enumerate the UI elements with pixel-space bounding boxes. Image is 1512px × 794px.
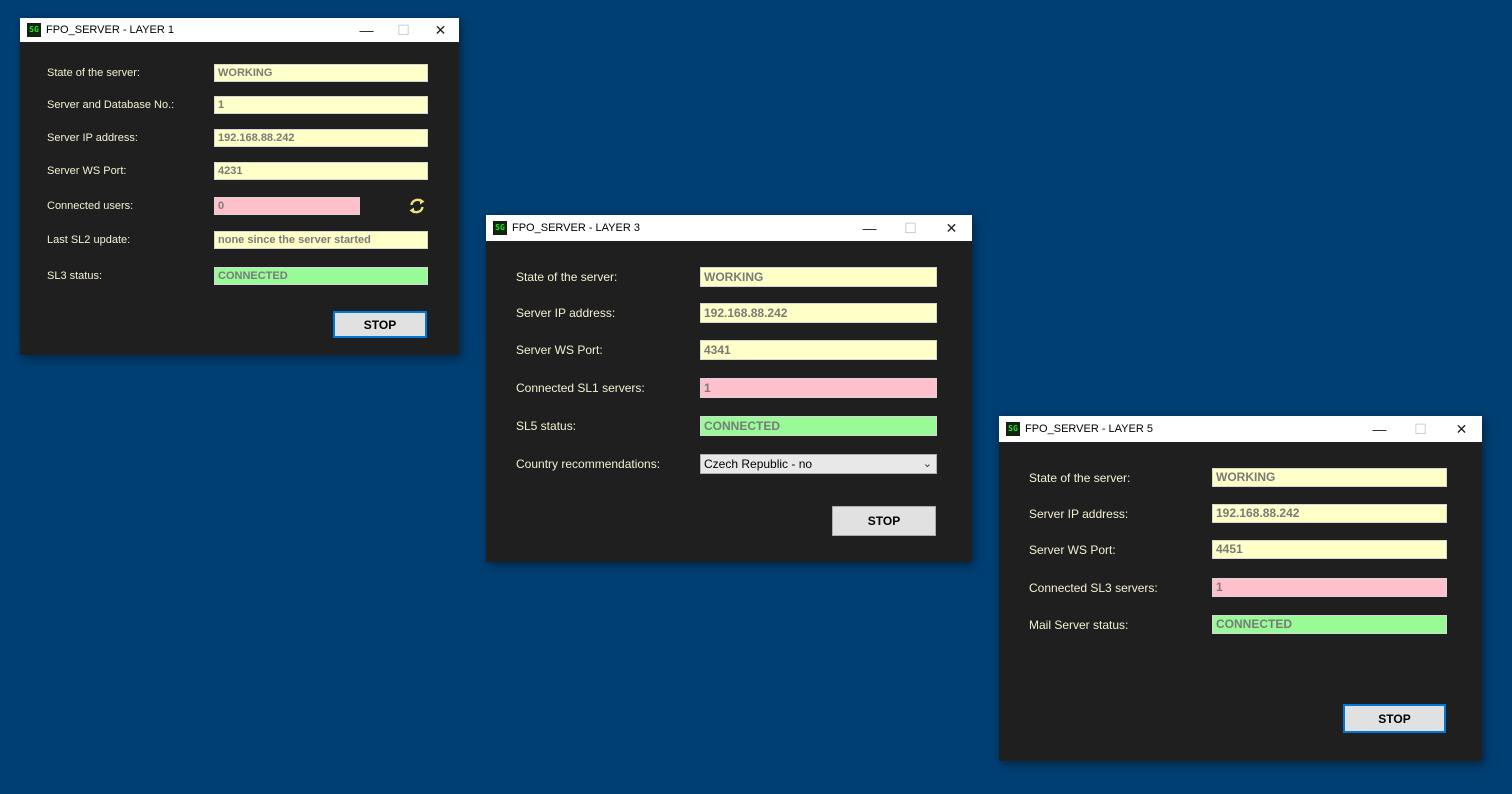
maximize-button: ☐ [385,18,422,42]
close-button[interactable]: ✕ [931,215,972,241]
last-sl2-update-field[interactable]: none since the server started [214,231,428,249]
label-connected-users: Connected users: [47,200,134,212]
window-layer-1: SG FPO_SERVER - LAYER 1 — ☐ ✕ State of t… [20,18,459,355]
minimize-icon: — [862,220,877,236]
server-ip-field[interactable]: 192.168.88.242 [700,303,937,323]
label-server-ip: Server IP address: [47,132,138,144]
country-recommendations-select[interactable]: Czech Republic - no ⌄ [700,454,937,474]
minimize-icon: — [1372,421,1387,437]
label-server-ws-port: Server WS Port: [516,343,603,357]
close-icon: ✕ [434,21,447,38]
server-ws-port-field[interactable]: 4451 [1212,540,1447,559]
sl5-status-field[interactable]: CONNECTED [700,416,937,436]
close-button[interactable]: ✕ [422,18,459,42]
minimize-button[interactable]: — [1359,416,1400,442]
window-layer-5: SG FPO_SERVER - LAYER 5 — ☐ ✕ State of t… [999,416,1482,761]
close-icon: ✕ [1455,420,1468,437]
connected-sl3-servers-field[interactable]: 1 [1212,578,1447,597]
maximize-button: ☐ [1400,416,1441,442]
window-title: FPO_SERVER - LAYER 1 [46,24,174,36]
label-sl5-status: SL5 status: [516,419,577,433]
app-icon: SG [493,221,507,235]
refresh-icon[interactable] [407,196,427,216]
maximize-button: ☐ [890,215,931,241]
chevron-down-icon: ⌄ [922,458,932,470]
label-country-recommendations: Country recommendations: [516,457,661,471]
server-db-no-field[interactable]: 1 [214,96,428,114]
label-server-ws-port: Server WS Port: [47,165,127,177]
server-ip-field[interactable]: 192.168.88.242 [1212,504,1447,523]
label-mail-server-status: Mail Server status: [1029,618,1129,632]
label-last-sl2-update: Last SL2 update: [47,234,131,246]
sl3-status-field[interactable]: CONNECTED [214,267,428,285]
stop-button[interactable]: STOP [1343,704,1446,733]
window-title: FPO_SERVER - LAYER 3 [512,222,640,234]
minimize-button[interactable]: — [348,18,385,42]
window-title: FPO_SERVER - LAYER 5 [1025,423,1153,435]
title-bar[interactable]: SG FPO_SERVER - LAYER 3 — ☐ ✕ [486,215,972,241]
maximize-icon: ☐ [397,21,410,38]
label-server-ws-port: Server WS Port: [1029,543,1116,557]
server-state-field[interactable]: WORKING [1212,468,1447,487]
stop-button[interactable]: STOP [832,506,936,536]
server-state-field[interactable]: WORKING [214,64,428,82]
connected-sl1-servers-field[interactable]: 1 [700,378,937,398]
server-ip-field[interactable]: 192.168.88.242 [214,129,428,147]
server-ws-port-field[interactable]: 4341 [700,340,937,360]
app-icon: SG [27,23,41,37]
app-icon: SG [1006,422,1020,436]
connected-users-field[interactable]: 0 [214,197,360,215]
label-server-state: State of the server: [47,67,140,79]
title-bar[interactable]: SG FPO_SERVER - LAYER 5 — ☐ ✕ [999,416,1482,442]
window-layer-3: SG FPO_SERVER - LAYER 3 — ☐ ✕ State of t… [486,215,972,562]
label-sl3-status: SL3 status: [47,270,103,282]
close-icon: ✕ [945,219,958,236]
server-ws-port-field[interactable]: 4231 [214,162,428,180]
maximize-icon: ☐ [1414,420,1427,437]
close-button[interactable]: ✕ [1441,416,1482,442]
maximize-icon: ☐ [904,219,917,236]
mail-server-status-field[interactable]: CONNECTED [1212,615,1447,634]
minimize-icon: — [359,22,374,38]
label-server-state: State of the server: [1029,471,1131,485]
stop-button[interactable]: STOP [333,311,427,338]
label-server-ip: Server IP address: [516,306,616,320]
title-bar[interactable]: SG FPO_SERVER - LAYER 1 — ☐ ✕ [20,18,459,42]
label-connected-sl1-servers: Connected SL1 servers: [516,381,645,395]
server-state-field[interactable]: WORKING [700,267,937,287]
minimize-button[interactable]: — [849,215,890,241]
label-connected-sl3-servers: Connected SL3 servers: [1029,581,1158,595]
label-server-state: State of the server: [516,270,618,284]
label-server-db-no: Server and Database No.: [47,99,175,111]
label-server-ip: Server IP address: [1029,507,1129,521]
country-recommendations-value: Czech Republic - no [704,457,813,471]
